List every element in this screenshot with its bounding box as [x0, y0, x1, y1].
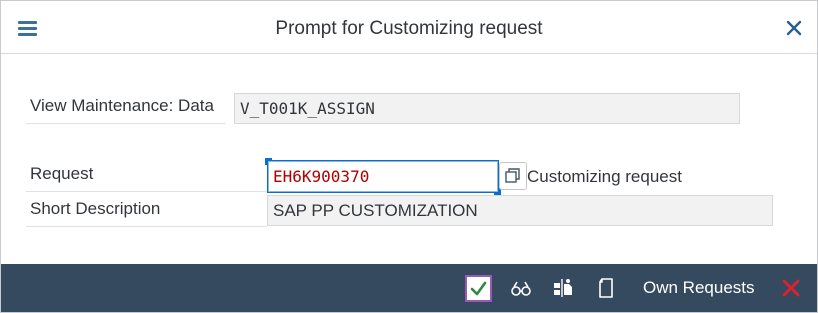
dialog-title: Prompt for Customizing request	[275, 18, 543, 39]
copy-value-help-icon[interactable]	[499, 162, 527, 190]
dialog-content: View Maintenance: Data V_T001K_ASSIGN Re…	[1, 54, 817, 264]
cancel-x-icon[interactable]	[780, 276, 802, 300]
checkmark-icon[interactable]	[465, 275, 492, 302]
request-label: Request	[26, 164, 267, 192]
close-icon[interactable]	[784, 18, 804, 38]
request-input[interactable]: EH6K900370	[267, 160, 499, 193]
dialog-title-bar: Prompt for Customizing request	[1, 1, 817, 54]
document-icon[interactable]	[596, 276, 618, 300]
focus-corner-tl	[265, 158, 272, 165]
short-description-field: SAP PP CUSTOMIZATION	[267, 195, 773, 226]
own-requests-button[interactable]: Own Requests	[643, 278, 755, 298]
customizing-request-dialog: Prompt for Customizing request View Main…	[0, 0, 818, 313]
create-request-icon[interactable]	[551, 276, 575, 300]
glasses-icon[interactable]	[509, 276, 533, 300]
request-type-text: Customizing request	[527, 167, 682, 186]
view-maintenance-field: V_T001K_ASSIGN	[234, 93, 740, 124]
short-description-label: Short Description	[26, 199, 267, 227]
dialog-footer-toolbar: Own Requests	[1, 264, 817, 312]
view-maintenance-label: View Maintenance: Data	[26, 96, 226, 124]
